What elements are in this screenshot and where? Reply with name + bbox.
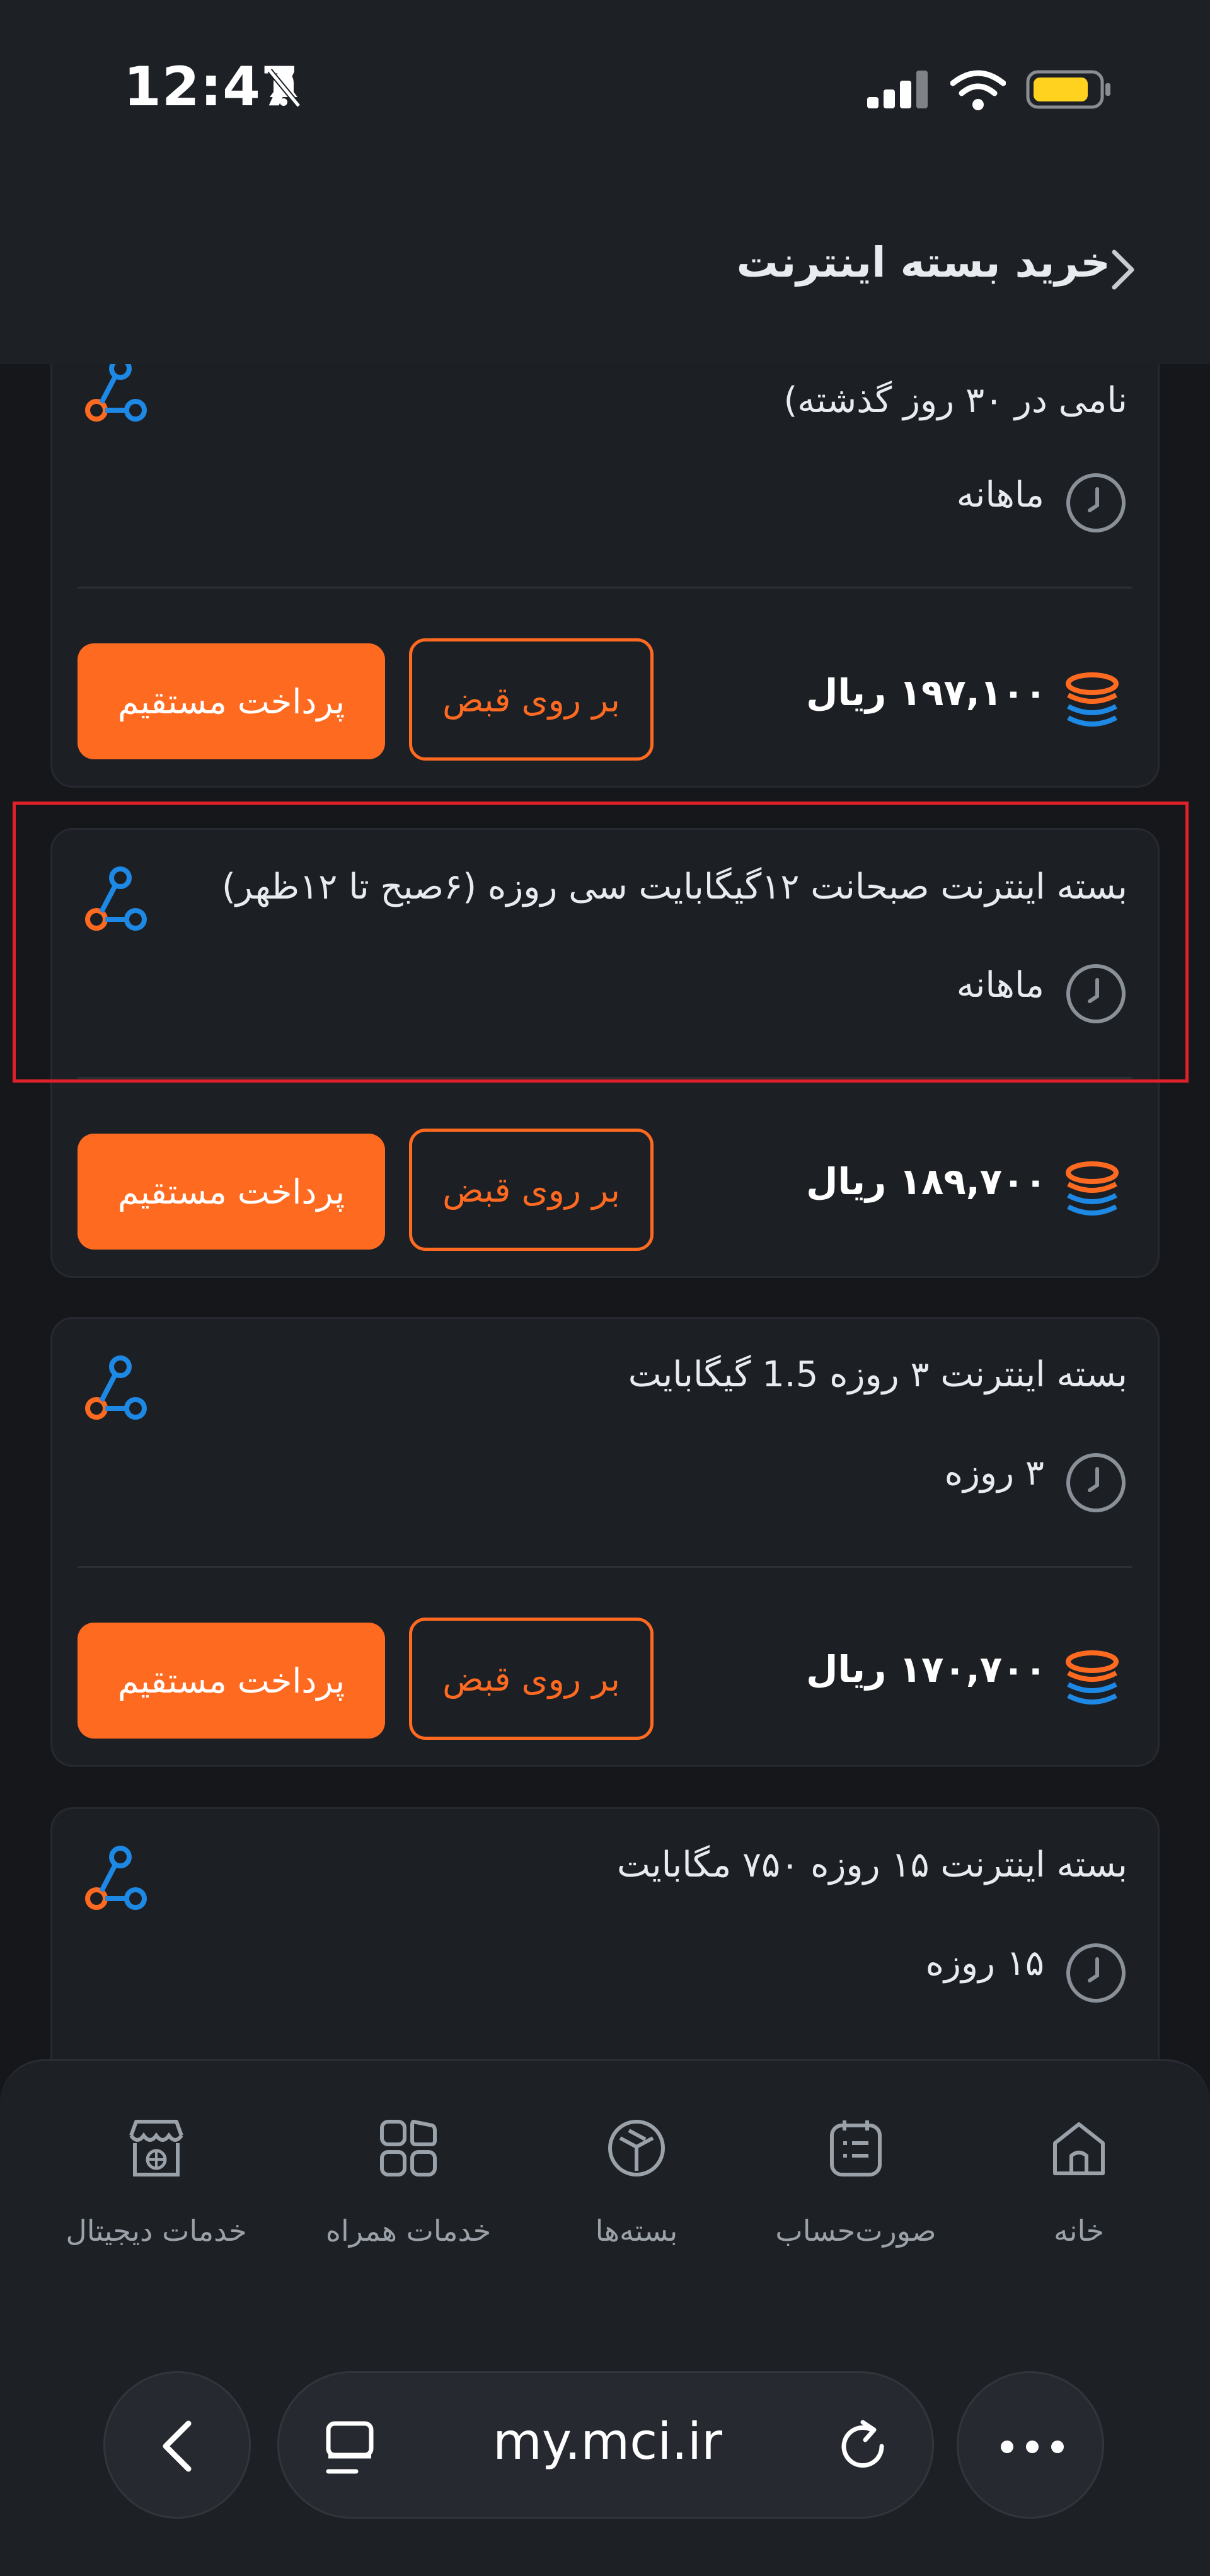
- nav-packages[interactable]: بسته‌ها: [516, 2061, 758, 2323]
- browser-back-button[interactable]: [103, 2371, 251, 2519]
- package-title: بسته اینترنت ۳ روزه 1.5 گیگابایت: [628, 1354, 1127, 1395]
- package-price: ۱۸۹,۷۰۰ ریال: [806, 1160, 1047, 1203]
- pay-on-bill-button[interactable]: بر روی قبض: [409, 638, 654, 761]
- nav-digital-services[interactable]: خدمات دیجیتال: [35, 2061, 277, 2323]
- share-network-icon: [85, 1846, 147, 1910]
- direct-payment-button[interactable]: پرداخت مستقیم: [78, 643, 385, 759]
- chevron-left-icon: [163, 2420, 192, 2472]
- page-title: خرید بسته اینترنت: [736, 238, 1110, 287]
- coins-icon: [1066, 1161, 1119, 1216]
- chevron-right-icon[interactable]: [1108, 247, 1138, 292]
- package-duration: ماهانه: [956, 474, 1044, 515]
- nav-mobile-services[interactable]: خدمات همراه: [287, 2061, 529, 2323]
- more-horizontal-icon: [1001, 2441, 1064, 2453]
- clock-icon: [1066, 473, 1126, 532]
- clock-icon: [1066, 1453, 1126, 1512]
- package-duration: ۱۵ روزه: [925, 1943, 1044, 1984]
- nav-label: بسته‌ها: [595, 2214, 678, 2248]
- package-price: ۱۹۷,۱۰۰ ریال: [806, 671, 1047, 714]
- package-card: نامی در ۳۰ روز گذشته) ماهانه ۱۹۷,۱۰۰ ریا…: [50, 315, 1160, 788]
- package-title: نامی در ۳۰ روز گذشته): [783, 380, 1127, 421]
- pay-on-bill-button[interactable]: بر روی قبض: [409, 1618, 654, 1740]
- nav-label: خدمات همراه: [325, 2214, 492, 2248]
- store-icon: [129, 2120, 183, 2176]
- nav-label: خانه: [1054, 2214, 1104, 2248]
- nav-label: خدمات دیجیتال: [66, 2214, 247, 2248]
- grid-icon: [380, 2119, 437, 2176]
- divider: [78, 1566, 1132, 1568]
- browser-more-button[interactable]: [957, 2371, 1104, 2519]
- package-duration: ۳ روزه: [944, 1452, 1044, 1493]
- selection-highlight: [13, 802, 1189, 1083]
- direct-payment-button[interactable]: پرداخت مستقیم: [78, 1623, 385, 1739]
- signal-icon: [867, 71, 928, 108]
- coins-icon: [1066, 1650, 1119, 1705]
- bill-icon: [830, 2120, 882, 2176]
- package-icon: [608, 2120, 665, 2176]
- nav-home[interactable]: خانه: [958, 2061, 1200, 2323]
- bell-slash-icon: [267, 69, 301, 108]
- coins-icon: [1066, 672, 1119, 727]
- address-bar[interactable]: my.mci.ir: [277, 2371, 934, 2519]
- package-price: ۱۷۰,۷۰۰ ریال: [806, 1648, 1047, 1691]
- clock-icon: [1066, 1943, 1126, 2003]
- top-bar: 12:47 خرید بسته اینترنت: [0, 0, 1210, 364]
- share-network-icon: [85, 1355, 147, 1420]
- bottom-navigation: خانه صورت‌حساب بسته‌ها خدمات همراه: [0, 2059, 1210, 2323]
- nav-bill[interactable]: صورت‌حساب: [735, 2061, 977, 2323]
- home-icon: [1053, 2122, 1105, 2175]
- nav-label: صورت‌حساب: [775, 2214, 936, 2248]
- divider: [78, 587, 1132, 589]
- battery-icon: [1026, 70, 1110, 109]
- wifi-icon: [950, 70, 1006, 110]
- browser-toolbar: my.mci.ir: [0, 2321, 1210, 2576]
- pay-on-bill-button[interactable]: بر روی قبض: [409, 1129, 654, 1251]
- direct-payment-button[interactable]: پرداخت مستقیم: [78, 1134, 385, 1250]
- package-title: بسته اینترنت ۱۵ روزه ۷۵۰ مگابایت: [617, 1844, 1127, 1885]
- reload-icon[interactable]: [835, 2418, 892, 2475]
- package-card: بسته اینترنت ۳ روزه 1.5 گیگابایت ۳ روزه …: [50, 1317, 1160, 1767]
- share-network-icon: [85, 357, 147, 422]
